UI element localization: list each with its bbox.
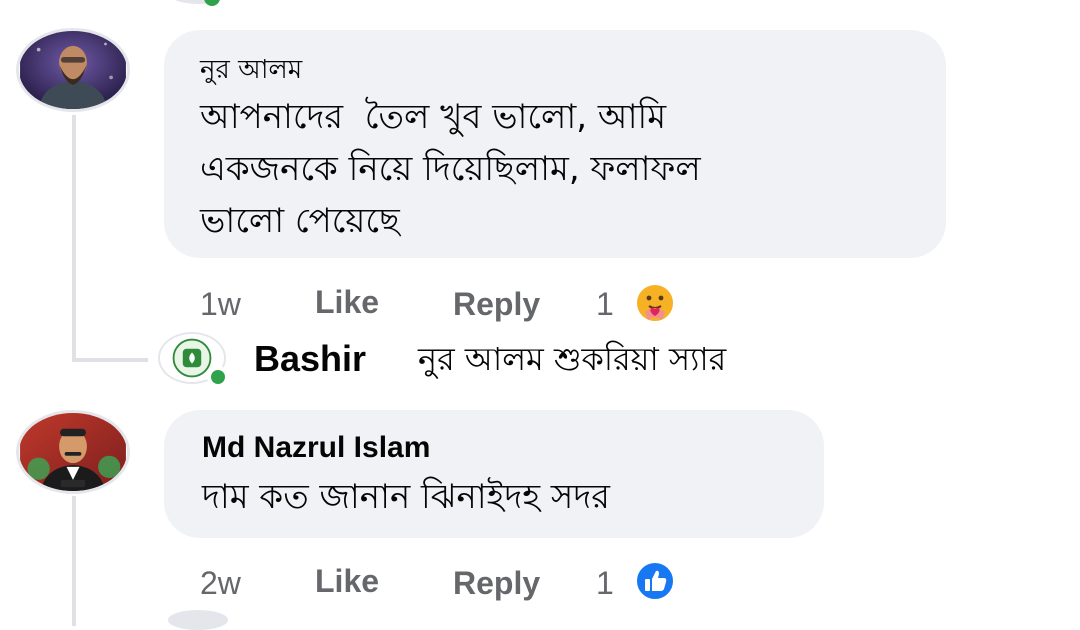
avatar-photo-man (20, 413, 126, 491)
reply-button[interactable]: Reply (453, 563, 540, 603)
care-emoji-icon[interactable] (634, 282, 676, 324)
reply-button[interactable]: Reply (453, 284, 540, 324)
like-button[interactable]: Like (315, 561, 379, 601)
comment-author[interactable]: নুর আলম (200, 52, 302, 88)
comment-text-line: দাম কত জানান ঝিনাইদহ সদর (202, 477, 610, 517)
comment-text-line: একজনকে নিয়ে দিয়েছিলাম, ফলাফল (200, 149, 701, 189)
comment-timestamp[interactable]: 2w (200, 563, 241, 603)
like-thumb-icon[interactable] (634, 560, 676, 602)
reply-author[interactable]: Bashir (254, 338, 366, 380)
thread-line (72, 115, 76, 362)
comment-text-line: ভালো পেয়েছে (200, 201, 400, 241)
online-status-dot (204, 0, 220, 6)
reaction-count[interactable]: 1 (596, 284, 614, 324)
online-status-dot (207, 366, 229, 388)
comment-text-line: আপনাদের তৈল খুব ভালো, আমি (200, 97, 667, 137)
reply-text: নুর আলম শুকরিয়া স্যার (418, 340, 727, 378)
reaction-count[interactable]: 1 (596, 563, 614, 603)
avatar[interactable] (16, 410, 130, 494)
thread-line-branch (72, 358, 148, 362)
comment-bubble: Md Nazrul Islam দাম কত জানান ঝিনাইদহ সদর (164, 410, 824, 538)
avatar-photo-man (20, 31, 126, 109)
comment-bubble: নুর আলম আপনাদের তৈল খুব ভালো, আমি একজনকে… (164, 30, 946, 258)
comment-author[interactable]: Md Nazrul Islam (202, 430, 430, 466)
next-comment-fragment (168, 610, 228, 630)
thread-line (72, 496, 76, 626)
like-button[interactable]: Like (315, 282, 379, 322)
avatar[interactable] (16, 28, 130, 112)
comment-timestamp[interactable]: 1w (200, 284, 241, 324)
